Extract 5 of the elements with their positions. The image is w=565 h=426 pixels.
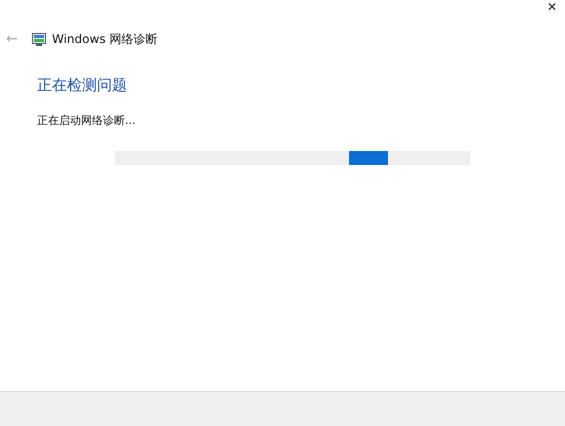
window-title: Windows 网络诊断: [52, 30, 158, 48]
heading: 正在检测问题: [37, 76, 128, 95]
close-button[interactable]: ✕: [538, 0, 565, 22]
network-monitor-icon: [32, 32, 46, 46]
status-text: 正在启动网络诊断...: [37, 113, 136, 128]
